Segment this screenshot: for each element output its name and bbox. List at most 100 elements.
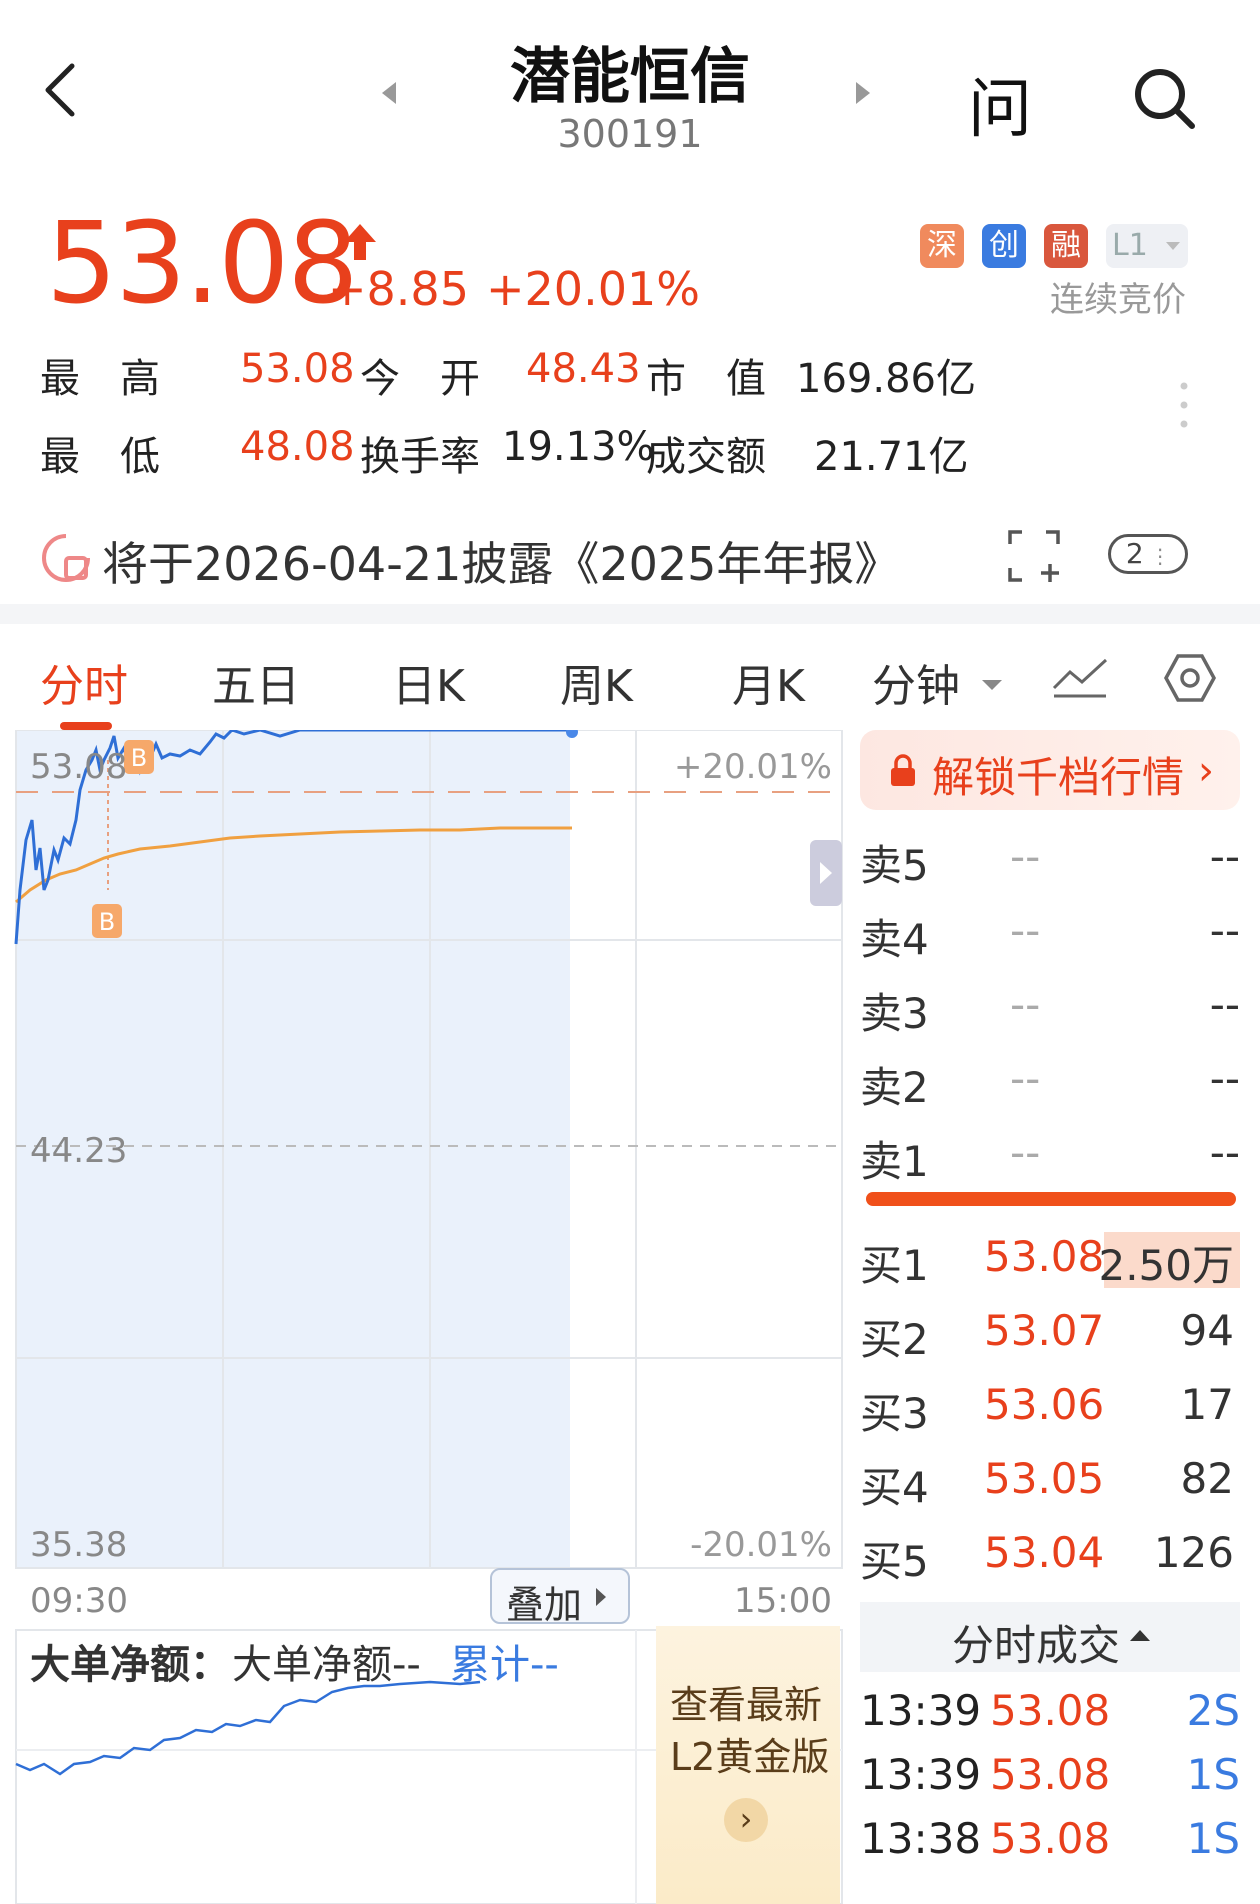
more-icon[interactable]	[1180, 380, 1188, 430]
big-order-cumulative: 累计--	[450, 1642, 559, 1688]
tab-daily-k[interactable]: 日K	[392, 650, 465, 714]
time-start: 09:30	[30, 1581, 128, 1621]
bid-3-price: 53.06	[984, 1380, 1105, 1429]
search-icon[interactable]	[1130, 64, 1200, 134]
amount-label: 成交额	[646, 434, 766, 480]
chevron-right-icon[interactable]: ›	[724, 1798, 768, 1842]
open-value: 48.43	[526, 346, 641, 392]
time-end: 15:00	[734, 1581, 832, 1621]
amount-value: 21.71亿	[814, 434, 969, 480]
trade-volume: 1S	[1186, 1814, 1240, 1863]
big-order-line	[15, 1680, 481, 1776]
bid-4-price: 53.05	[984, 1454, 1105, 1503]
stock-code: 300191	[557, 112, 703, 156]
trade-time: 13:38	[860, 1814, 982, 1863]
pct-axis-top: +20.01%	[674, 747, 832, 787]
screenshot-icon[interactable]	[1006, 528, 1062, 584]
ask-4-volume: --	[1209, 906, 1240, 955]
mcap-value: 169.86亿	[796, 356, 976, 402]
trades-header[interactable]: 分时成交	[860, 1602, 1240, 1672]
caret-right-icon	[596, 1588, 606, 1606]
tab-weekly-k[interactable]: 周K	[560, 650, 633, 714]
pct-axis-bottom: -20.01%	[690, 1525, 832, 1565]
low-value: 48.08	[240, 424, 355, 470]
open-label: 今 开	[360, 356, 480, 402]
price-change: +8.85	[328, 262, 469, 316]
unlock-depth-button[interactable]: 解锁千档行情 ›	[860, 730, 1240, 810]
turnover-label: 换手率	[360, 434, 480, 480]
ask-1-volume: --	[1209, 1128, 1240, 1177]
tab-five-day[interactable]: 五日	[212, 650, 300, 714]
bid-4-label: 买4	[860, 1463, 929, 1512]
tab-intraday[interactable]: 分时	[40, 650, 128, 714]
ask-5-volume: --	[1209, 832, 1240, 881]
low-label: 最 低	[40, 434, 160, 480]
bid-1-price: 53.08	[984, 1232, 1105, 1281]
high-value: 53.08	[240, 346, 355, 392]
market-tag-chuang: 创	[982, 224, 1026, 268]
ask-2-label: 卖2	[860, 1063, 929, 1112]
bid-5-label: 买5	[860, 1537, 929, 1586]
mcap-label: 市 值	[646, 356, 766, 402]
ask-4-price: --	[1010, 906, 1041, 955]
ask-1-price: --	[1010, 1128, 1041, 1177]
l2-promo-banner[interactable]: 查看最新 L2黄金版 ›	[656, 1626, 840, 1904]
ask-5-label: 卖5	[860, 841, 929, 890]
unlock-label: 解锁千档行情	[932, 753, 1185, 802]
announcement-icon	[42, 534, 90, 582]
notice-count: 2	[1125, 537, 1144, 570]
ask-3-label: 卖3	[860, 989, 929, 1038]
overlay-button[interactable]: 叠加	[490, 1568, 630, 1627]
ask-2-volume: --	[1209, 1054, 1240, 1103]
section-divider	[0, 604, 1260, 624]
chevron-down-icon[interactable]	[982, 680, 1002, 690]
turnover-value: 19.13%	[502, 424, 655, 470]
promo-line-1: 查看最新	[670, 1683, 823, 1727]
chevron-right-icon: ›	[1198, 748, 1214, 794]
ask-3-price: --	[1010, 980, 1041, 1029]
buy-marker-top-label: B	[131, 744, 147, 772]
stock-name: 潜能恒信	[510, 42, 750, 112]
indicator-icon[interactable]	[1050, 654, 1110, 700]
level-label: L1	[1112, 228, 1148, 263]
trade-volume: 1S	[1186, 1750, 1240, 1799]
next-stock-icon[interactable]	[856, 82, 870, 104]
bid-2-price: 53.07	[984, 1306, 1105, 1355]
buy-marker-bottom-label: B	[99, 908, 115, 936]
lock-icon	[891, 754, 915, 786]
chevron-up-icon	[1130, 1630, 1150, 1641]
trade-volume: 2S	[1186, 1686, 1240, 1735]
overlay-label: 叠加	[506, 1583, 583, 1627]
up-arrow-icon	[344, 224, 376, 260]
ask-4-label: 卖4	[860, 915, 929, 964]
bid-5-volume: 126	[1153, 1528, 1234, 1577]
bid-4-volume: 82	[1180, 1454, 1234, 1503]
promo-line-2: L2黄金版	[670, 1735, 830, 1779]
big-order-value: 大单净额--	[232, 1642, 421, 1688]
bid-2-label: 买2	[860, 1315, 929, 1364]
tab-monthly-k[interactable]: 月K	[732, 650, 805, 714]
high-label: 最 高	[40, 356, 160, 402]
settings-icon[interactable]	[1162, 650, 1218, 706]
price-change-percent: +20.01%	[486, 262, 700, 316]
level-selector[interactable]: L1	[1106, 224, 1188, 268]
ask-3-volume: --	[1209, 980, 1240, 1029]
chevron-down-icon	[1166, 242, 1180, 250]
trades-title: 分时成交	[952, 1621, 1121, 1670]
bid-5-price: 53.04	[984, 1528, 1105, 1577]
trade-time: 13:39	[860, 1686, 982, 1735]
bid-3-volume: 17	[1180, 1380, 1234, 1429]
bid-1-label: 买1	[860, 1241, 929, 1290]
big-order-title: 大单净额：	[30, 1642, 230, 1688]
ask-button[interactable]: 问	[968, 58, 1032, 150]
notice-count-badge[interactable]: 2 ⋮	[1108, 534, 1188, 574]
ask-5-price: --	[1010, 832, 1041, 881]
current-price: 53.08	[46, 199, 359, 329]
tab-minute[interactable]: 分钟	[872, 650, 960, 714]
market-tag-rong: 融	[1044, 224, 1088, 268]
auction-status: 连续竞价	[1050, 280, 1186, 320]
ask-1-label: 卖1	[860, 1137, 929, 1186]
announcement-text[interactable]: 将于2026-04-21披露《2025年年报》	[102, 528, 900, 594]
trade-price: 53.08	[990, 1814, 1111, 1863]
ask-2-price: --	[1010, 1054, 1041, 1103]
